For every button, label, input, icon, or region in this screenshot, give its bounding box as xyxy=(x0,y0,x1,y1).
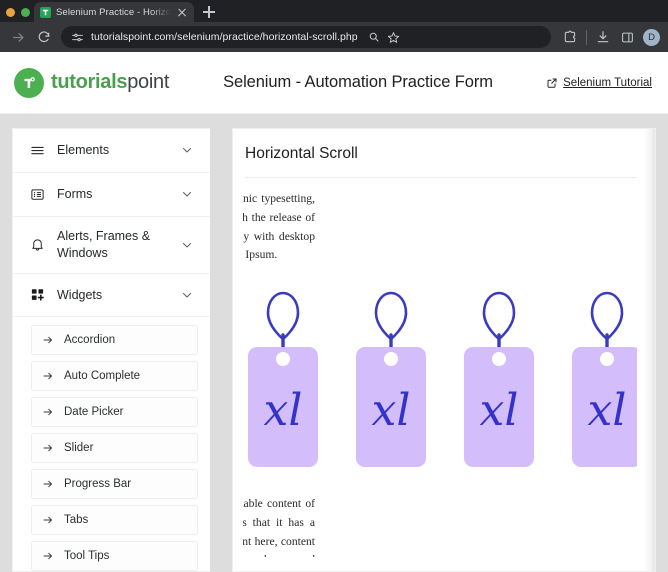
list-item[interactable]: Auto Complete xyxy=(31,361,198,392)
chevron-down-icon[interactable] xyxy=(180,289,194,301)
chevron-down-icon[interactable] xyxy=(180,144,194,156)
list-item-label: Slider xyxy=(64,442,94,455)
list-icon xyxy=(29,187,46,202)
close-icon[interactable] xyxy=(176,6,188,18)
address-bar[interactable]: tutorialspoint.com/selenium/practice/hor… xyxy=(61,26,551,48)
tutorialspoint-favicon xyxy=(40,6,51,18)
sidebar-item-label: Widgets xyxy=(57,287,103,302)
list-item[interactable]: Slider xyxy=(31,433,198,464)
chevron-down-icon[interactable] xyxy=(180,188,194,200)
content-right-shadow xyxy=(643,129,655,571)
price-tag: xl xyxy=(243,287,323,477)
extensions-icon[interactable] xyxy=(558,25,582,49)
toolbar-actions: D xyxy=(558,25,662,49)
selenium-tutorial-label: Selenium Tutorial xyxy=(563,76,652,89)
horizontal-scroll-container[interactable]: also the leap into electronic typesettin… xyxy=(243,190,637,557)
sidebar-item-label: Alerts, Frames & Windows xyxy=(57,228,151,260)
sidebar-item-label: Forms xyxy=(57,186,93,201)
profile-avatar[interactable]: D xyxy=(643,28,660,46)
omnibox-actions xyxy=(365,28,403,46)
chevron-down-icon[interactable] xyxy=(180,239,194,251)
lorem-paragraph-bottom: be distracted by the readable content of… xyxy=(243,497,315,557)
list-item[interactable]: Accordion xyxy=(31,325,198,356)
selenium-tutorial-link[interactable]: Selenium Tutorial xyxy=(502,77,652,89)
forward-arrow-icon[interactable] xyxy=(6,25,30,49)
logo-word-secondary: point xyxy=(127,71,170,93)
list-item[interactable]: Date Picker xyxy=(31,397,198,428)
window-traffic-lights xyxy=(4,8,34,22)
svg-text:xl: xl xyxy=(588,385,627,436)
lorem-paragraph-top: also the leap into electronic typesettin… xyxy=(243,192,315,262)
browser-tab[interactable]: Selenium Practice - Horizont xyxy=(34,2,194,22)
arrow-right-icon xyxy=(42,478,54,490)
divider xyxy=(245,177,637,178)
hamburger-icon xyxy=(29,143,46,158)
reload-icon[interactable] xyxy=(32,25,56,49)
content-heading: Horizontal Scroll xyxy=(245,145,358,162)
page-viewport: tutorialspoint Selenium - Automation Pra… xyxy=(0,52,668,572)
list-item-label: Tool Tips xyxy=(64,550,110,563)
logo-wordmark: tutorialspoint xyxy=(51,71,169,94)
sidebar-item-elements[interactable]: Elements xyxy=(13,129,210,173)
page-title: Selenium - Automation Practice Form xyxy=(223,73,493,91)
sidebar-item-forms[interactable]: Forms xyxy=(13,173,210,217)
site-settings-icon[interactable] xyxy=(71,31,84,44)
arrow-right-icon xyxy=(42,550,54,562)
search-icon[interactable] xyxy=(365,28,383,46)
toolbar-divider xyxy=(586,29,587,45)
price-tags-row: xl xl xl xl xyxy=(243,287,637,477)
browser-window: Selenium Practice - Horizont tutorialspo… xyxy=(0,0,668,572)
arrow-right-icon xyxy=(42,442,54,454)
arrow-right-icon xyxy=(42,406,54,418)
bookmark-star-icon[interactable] xyxy=(385,28,403,46)
price-tag: xl xyxy=(459,287,539,477)
bell-icon xyxy=(29,237,46,252)
list-item-label: Auto Complete xyxy=(64,370,141,383)
logo-word-primary: tutorials xyxy=(51,71,128,93)
tab-strip: Selenium Practice - Horizont xyxy=(0,0,668,22)
tutorialspoint-logo-mark xyxy=(14,67,44,98)
minimize-button[interactable] xyxy=(6,8,15,17)
sidebar-item-label: Elements xyxy=(57,143,110,157)
svg-text:xl: xl xyxy=(264,385,303,436)
site-header: tutorialspoint Selenium - Automation Pra… xyxy=(0,52,668,114)
browser-toolbar: tutorialspoint.com/selenium/practice/hor… xyxy=(0,22,668,52)
svg-text:xl: xl xyxy=(480,385,519,436)
page-body: Elements Forms Alerts, Frames & Windows … xyxy=(0,114,668,572)
maximize-button[interactable] xyxy=(21,8,30,17)
lorem-bottom-clip: be distracted by the readable content of… xyxy=(243,495,637,557)
list-item-label: Progress Bar xyxy=(64,478,132,491)
sidebar-item-alerts-frames-windows[interactable]: Alerts, Frames & Windows xyxy=(13,217,210,274)
price-tag: xl xyxy=(567,287,637,477)
arrow-right-icon xyxy=(42,334,54,346)
sidebar-nav: Elements Forms Alerts, Frames & Windows … xyxy=(12,128,210,572)
svg-text:xl: xl xyxy=(372,385,411,436)
widgets-submenu: Accordion Auto Complete Date Picker Slid… xyxy=(13,317,210,571)
sidebar-item-widgets[interactable]: Widgets xyxy=(13,274,210,318)
list-item-label: Accordion xyxy=(64,334,116,347)
url-text[interactable]: tutorialspoint.com/selenium/practice/hor… xyxy=(91,31,358,43)
downloads-icon[interactable] xyxy=(591,25,615,49)
grid-blocks-icon xyxy=(29,287,46,302)
price-tag: xl xyxy=(351,287,431,477)
main-content: Horizontal Scroll also the leap into ele… xyxy=(232,128,656,572)
list-item[interactable]: Tabs xyxy=(31,505,198,536)
site-logo[interactable]: tutorialspoint xyxy=(14,67,214,98)
list-item-label: Tabs xyxy=(64,514,89,527)
tab-title: Selenium Practice - Horizont xyxy=(56,6,171,18)
list-item[interactable]: Tool Tips xyxy=(31,541,198,571)
list-item[interactable]: Progress Bar xyxy=(31,469,198,500)
side-panel-icon[interactable] xyxy=(615,25,639,49)
external-link-icon xyxy=(546,77,558,89)
new-tab-button[interactable] xyxy=(198,2,220,22)
list-item-label: Date Picker xyxy=(64,406,124,419)
arrow-right-icon xyxy=(42,514,54,526)
arrow-right-icon xyxy=(42,370,54,382)
